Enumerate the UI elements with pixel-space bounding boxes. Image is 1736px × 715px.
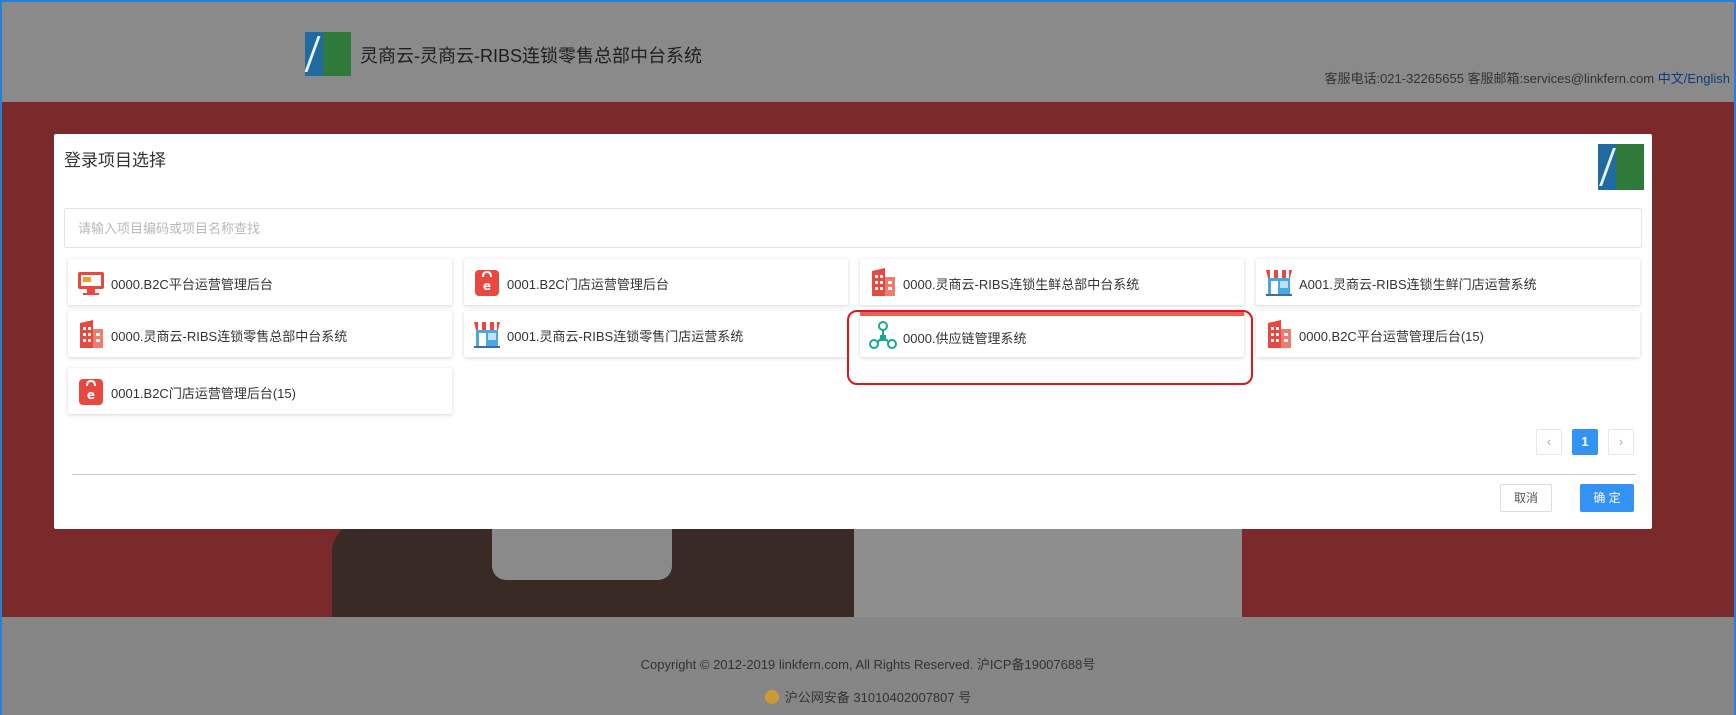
police-record: 沪公网安备 31010402007807 号 [2, 687, 1734, 706]
project-card[interactable]: e 0001.B2C门店运营管理后台(15) [68, 368, 452, 414]
monitor-icon [78, 272, 104, 295]
next-page-button[interactable]: › [1608, 429, 1634, 455]
project-search-input[interactable] [64, 208, 1642, 248]
site-logo [305, 32, 351, 76]
project-card[interactable]: e 0001.B2C门店运营管理后台 [464, 259, 848, 305]
project-card[interactable]: 0000.B2C平台运营管理后台 [68, 259, 452, 305]
page-1-button[interactable]: 1 [1572, 429, 1598, 455]
building-icon [80, 320, 103, 348]
copyright-text: Copyright © 2012-2019 linkfern.com, All … [640, 657, 1096, 672]
project-label: 0000.B2C平台运营管理后台 [111, 277, 273, 292]
building-icon [1268, 320, 1291, 348]
project-card[interactable]: A001.灵商云-RIBS连锁生鲜门店运营系统 [1256, 259, 1640, 305]
confirm-button[interactable]: 确 定 [1580, 484, 1634, 512]
modal-title: 登录项目选择 [64, 151, 166, 170]
site-title: 灵商云-灵商云-RIBS连锁零售总部中台系统 [360, 46, 702, 66]
project-label: A001.灵商云-RIBS连锁生鲜门店运营系统 [1299, 277, 1537, 292]
language-switch[interactable]: 中文/English [1658, 71, 1730, 86]
project-label: 0000.供应链管理系统 [903, 331, 1027, 346]
project-card[interactable]: 0000.B2C平台运营管理后台(15) [1256, 311, 1640, 357]
project-label: 0000.灵商云-RIBS连锁零售总部中台系统 [111, 329, 348, 344]
storefront-icon [474, 322, 500, 348]
project-label: 0000.B2C平台运营管理后台(15) [1299, 329, 1484, 344]
modal-divider [72, 474, 1636, 475]
project-card-selected[interactable]: 0000.供应链管理系统 [860, 311, 1244, 357]
project-card[interactable]: 0000.灵商云-RIBS连锁零售总部中台系统 [68, 311, 452, 357]
project-label: 0001.B2C门店运营管理后台(15) [111, 386, 296, 401]
project-select-modal: 登录项目选择 0000.B2C平台运营管理后台 e 0001.B2C门店运营管理… [54, 134, 1652, 529]
prev-page-button[interactable]: ‹ [1536, 429, 1562, 455]
police-record-text: 沪公网安备 31010402007807 号 [784, 690, 972, 705]
svg-text:e: e [483, 279, 491, 293]
page-footer: Copyright © 2012-2019 linkfern.com, All … [2, 617, 1734, 715]
project-label: 0001.灵商云-RIBS连锁零售门店运营系统 [507, 329, 744, 344]
modal-logo [1598, 144, 1644, 190]
storefront-icon [1266, 270, 1292, 296]
project-label: 0000.灵商云-RIBS连锁生鲜总部中台系统 [903, 277, 1140, 292]
contact-text: 客服电话:021-32265655 客服邮箱:services@linkfern… [1324, 71, 1655, 86]
project-card[interactable]: 0000.灵商云-RIBS连锁生鲜总部中台系统 [860, 259, 1244, 305]
page-header: 灵商云-灵商云-RIBS连锁零售总部中台系统 客服电话:021-32265655… [2, 2, 1734, 102]
project-label: 0001.B2C门店运营管理后台 [507, 277, 669, 292]
network-icon [869, 321, 897, 349]
contact-info: 客服电话:021-32265655 客服邮箱:services@linkfern… [1324, 68, 1730, 87]
banner-phone-screen [492, 522, 672, 580]
shopping-bag-icon: e [475, 270, 499, 296]
building-icon [872, 268, 895, 296]
police-badge-icon [764, 690, 779, 704]
svg-text:e: e [87, 388, 95, 402]
shopping-bag-icon: e [79, 379, 103, 405]
cancel-button[interactable]: 取消 [1500, 484, 1552, 512]
project-card[interactable]: 0001.灵商云-RIBS连锁零售门店运营系统 [464, 311, 848, 357]
